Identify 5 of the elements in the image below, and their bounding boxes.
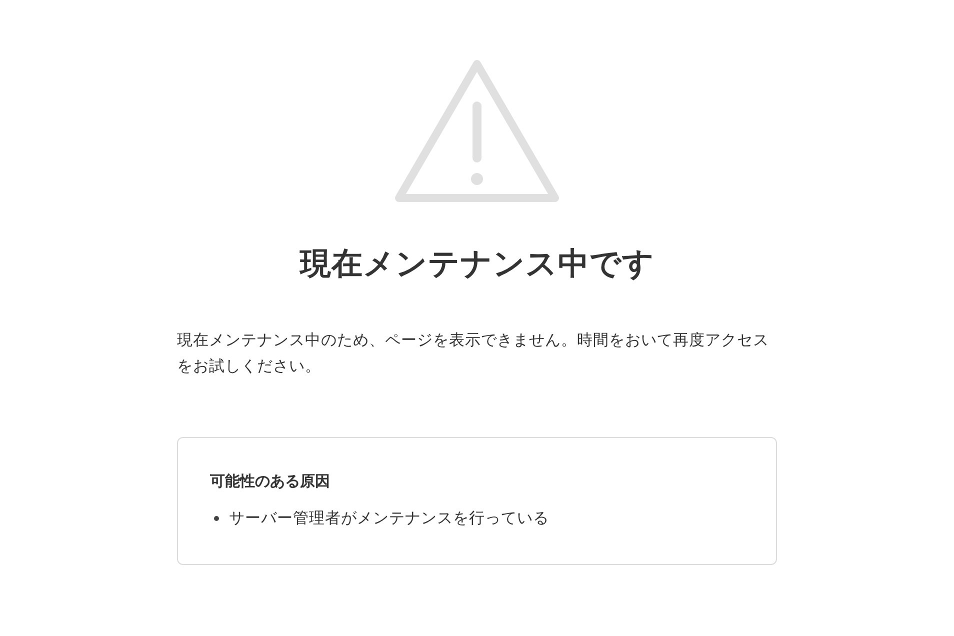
cause-text: サーバー管理者がメンテナンスを行っている xyxy=(229,508,549,529)
causes-heading: 可能性のある原因 xyxy=(210,471,331,492)
message-text: 現在メンテナンス中のため、ページを表示できません。時間をおいて再度アクセスをお試しください。 xyxy=(177,330,770,378)
page-title: 現在メンテナンス中です xyxy=(298,246,656,284)
bullet-icon xyxy=(214,516,219,521)
